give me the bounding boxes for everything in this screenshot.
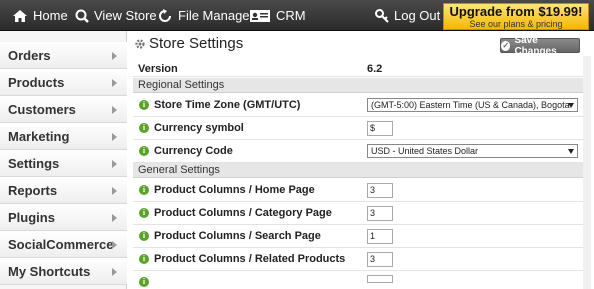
chevron-right-icon [112, 214, 117, 222]
refresh-icon [159, 8, 171, 22]
check-icon: ✓ [501, 40, 511, 51]
title-row: Store Settings ✓ Save Changes [133, 31, 594, 57]
product-columns-home-row: i Product Columns / Home Page 3 [133, 179, 583, 202]
currency-symbol-label: Currency symbol [154, 122, 244, 134]
chevron-right-icon [112, 241, 117, 249]
search-icon [75, 9, 89, 23]
info-icon[interactable]: i [139, 100, 149, 110]
regional-settings-header: Regional Settings [133, 78, 583, 93]
home-icon [13, 9, 27, 22]
upgrade-button[interactable]: Upgrade from $19.99! See our plans & pri… [443, 3, 589, 30]
currency-code-selected-value: USD - United States Dollar [371, 146, 479, 156]
info-icon[interactable]: i [139, 254, 149, 264]
general-settings-header: General Settings [133, 163, 583, 178]
product-columns-category-row: i Product Columns / Category Page 3 [133, 202, 583, 225]
sidebar-item-settings[interactable]: Settings [0, 150, 127, 177]
product-columns-home-input[interactable]: 3 [367, 183, 393, 198]
product-columns-related-row: i Product Columns / Related Products 3 [133, 248, 583, 271]
view-store-link[interactable]: View Store [75, 0, 157, 31]
currency-code-label: Currency Code [154, 145, 233, 157]
vertical-scrollbar[interactable] [583, 56, 591, 289]
product-columns-category-label: Product Columns / Category Page [154, 207, 332, 219]
chevron-right-icon [112, 187, 117, 195]
sidebar-item-label: Products [8, 74, 65, 90]
chevron-right-icon [112, 133, 117, 141]
sidebar-item-orders[interactable]: Orders [0, 42, 127, 69]
info-icon[interactable]: i [139, 185, 149, 195]
currency-symbol-row: i Currency symbol $ [133, 117, 583, 140]
sidebar: Orders Products Customers Marketing Sett… [0, 31, 127, 289]
page-title: Store Settings [149, 35, 244, 52]
chevron-right-icon [112, 106, 117, 114]
sidebar-item-customers[interactable]: Customers [0, 96, 127, 123]
timezone-selected-value: (GMT-5:00) Eastern Time (US & Canada), B… [371, 100, 570, 110]
sidebar-item-my-shortcuts[interactable]: My Shortcuts [0, 258, 127, 285]
sidebar-item-plugins[interactable]: Plugins [0, 204, 127, 231]
logout-link[interactable]: Log Out [375, 0, 440, 31]
section-heading: Regional Settings [138, 79, 225, 91]
file-manager-label: File Manager [178, 8, 254, 23]
partial-input[interactable] [367, 275, 393, 283]
product-columns-search-input[interactable]: 1 [367, 229, 393, 244]
sidebar-item-marketing[interactable]: Marketing [0, 123, 127, 150]
chevron-down-icon [568, 149, 574, 154]
home-link[interactable]: Home [12, 0, 68, 31]
sidebar-item-label: Plugins [8, 209, 55, 225]
upgrade-subtext: See our plans & pricing [469, 19, 563, 29]
upgrade-headline: Upgrade from $19.99! [449, 4, 583, 19]
product-columns-search-row: i Product Columns / Search Page 1 [133, 225, 583, 248]
crm-link[interactable]: CRM [249, 0, 306, 31]
chevron-right-icon [112, 79, 117, 87]
gear-icon [135, 39, 145, 49]
product-columns-related-input[interactable]: 3 [367, 252, 393, 267]
timezone-row: i Store Time Zone (GMT/UTC) (GMT-5:00) E… [133, 94, 583, 117]
partial-row: i [133, 271, 583, 289]
sidebar-item-label: Settings [8, 155, 60, 171]
top-navigation-bar: Home View Store File Manager CRM Log Out… [0, 0, 594, 31]
chevron-right-icon [112, 268, 117, 276]
sidebar-item-label: Customers [8, 101, 76, 117]
product-columns-related-label: Product Columns / Related Products [154, 253, 346, 265]
info-icon[interactable]: i [139, 208, 149, 218]
product-columns-search-label: Product Columns / Search Page [154, 230, 321, 242]
currency-symbol-input[interactable]: $ [367, 121, 393, 136]
chevron-right-icon [112, 52, 117, 60]
section-heading: General Settings [138, 164, 220, 176]
chevron-down-icon [568, 103, 574, 108]
sidebar-item-label: Marketing [8, 128, 70, 144]
id-card-icon [250, 9, 270, 22]
sidebar-item-label: My Shortcuts [8, 263, 91, 279]
chevron-right-icon [112, 160, 117, 168]
sidebar-item-reports[interactable]: Reports [0, 177, 127, 204]
crm-label: CRM [276, 8, 306, 23]
timezone-label: Store Time Zone (GMT/UTC) [154, 99, 301, 111]
version-row: Version 6.2 [133, 61, 583, 77]
info-icon[interactable]: i [139, 277, 149, 287]
main-content: Store Settings ✓ Save Changes Version 6.… [133, 31, 594, 289]
sidebar-item-socialcommerce[interactable]: SocialCommerce [0, 231, 127, 258]
key-icon [375, 8, 389, 23]
sidebar-item-label: SocialCommerce [8, 236, 114, 252]
info-icon[interactable]: i [139, 231, 149, 241]
sidebar-item-products[interactable]: Products [0, 69, 127, 96]
timezone-select[interactable]: (GMT-5:00) Eastern Time (US & Canada), B… [367, 98, 578, 112]
sidebar-item-label: Reports [8, 182, 58, 198]
view-store-label: View Store [94, 8, 157, 23]
sidebar-item-label: Orders [8, 47, 51, 63]
home-label: Home [33, 8, 68, 23]
currency-code-row: i Currency Code USD - United States Doll… [133, 140, 583, 163]
logout-label: Log Out [394, 8, 441, 23]
save-changes-label: Save Changes [514, 34, 557, 57]
version-value: 6.2 [367, 63, 383, 75]
product-columns-home-label: Product Columns / Home Page [154, 184, 315, 196]
product-columns-category-input[interactable]: 3 [367, 206, 393, 221]
info-icon[interactable]: i [139, 146, 149, 156]
version-label: Version [138, 63, 178, 75]
info-icon[interactable]: i [139, 123, 149, 133]
save-changes-button[interactable]: ✓ Save Changes [500, 35, 580, 57]
file-manager-link[interactable]: File Manager [157, 0, 254, 31]
currency-code-select[interactable]: USD - United States Dollar [367, 144, 578, 158]
